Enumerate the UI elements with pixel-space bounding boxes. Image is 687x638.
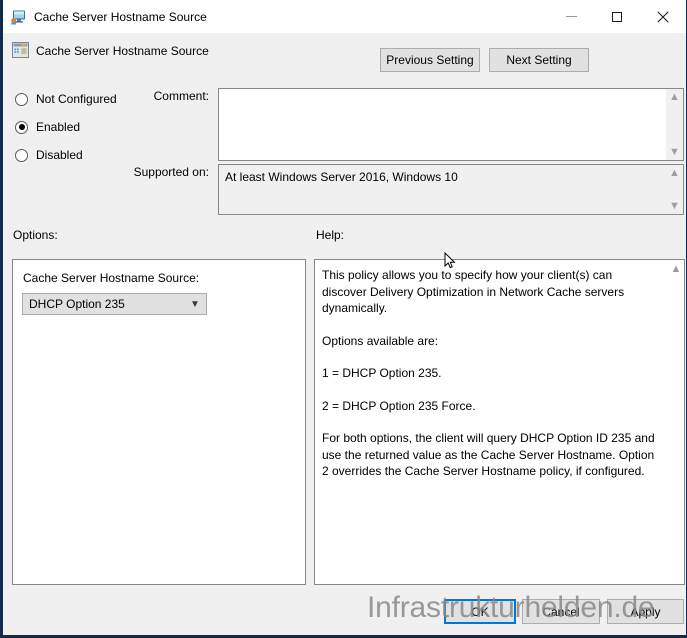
chevron-down-icon[interactable]: ▼	[669, 147, 680, 158]
chevron-up-icon[interactable]: ▲	[671, 264, 682, 275]
help-paragraph: For both options, the client will query …	[322, 431, 655, 478]
chevron-down-icon[interactable]: ▼	[669, 201, 680, 212]
supported-on-value: At least Windows Server 2016, Windows 10	[225, 170, 458, 184]
help-paragraph: 2 = DHCP Option 235 Force.	[322, 398, 476, 413]
comment-field[interactable]: ▲ ▼	[218, 88, 684, 161]
help-text: This policy allows you to specify how yo…	[315, 260, 667, 584]
window-title: Cache Server Hostname Source	[34, 9, 207, 24]
radio-enabled[interactable]: Enabled	[15, 120, 80, 134]
help-panel: This policy allows you to specify how yo…	[314, 259, 685, 585]
ok-button[interactable]: OK	[444, 599, 516, 624]
chevron-up-icon[interactable]: ▲	[669, 168, 680, 179]
supported-on-label: Supported on:	[133, 165, 209, 179]
hostname-source-label: Cache Server Hostname Source:	[23, 271, 200, 285]
radio-circle-icon	[15, 148, 28, 162]
radio-disabled[interactable]: Disabled	[15, 148, 83, 162]
policy-setting-dialog: Cache Server Hostname Source Cache Serve…	[0, 0, 687, 638]
maximize-icon	[612, 11, 622, 22]
hostname-source-value: DHCP Option 235	[29, 297, 125, 311]
window-controls	[548, 0, 686, 33]
cancel-button[interactable]: Cancel	[522, 599, 600, 624]
radio-enabled-label: Enabled	[36, 120, 81, 134]
comment-value[interactable]	[219, 89, 666, 160]
apply-button[interactable]: Apply	[607, 599, 684, 624]
radio-circle-selected-icon	[15, 120, 28, 134]
hostname-source-dropdown[interactable]: DHCP Option 235 ▼	[22, 293, 207, 315]
help-scrollbar[interactable]: ▲	[667, 260, 684, 584]
radio-disabled-label: Disabled	[36, 148, 83, 162]
supported-on-scrollbar[interactable]: ▲ ▼	[666, 165, 683, 214]
help-paragraph: Options available are:	[322, 333, 439, 348]
comment-label: Comment:	[153, 89, 209, 103]
close-button[interactable]	[640, 0, 686, 33]
comment-scrollbar[interactable]: ▲ ▼	[666, 89, 683, 160]
close-icon	[657, 10, 669, 23]
supported-on-field: At least Windows Server 2016, Windows 10…	[218, 164, 684, 215]
minimize-icon	[565, 16, 577, 17]
setting-title: Cache Server Hostname Source	[36, 44, 209, 58]
options-panel: Cache Server Hostname Source: DHCP Optio…	[12, 259, 306, 585]
help-section-label: Help:	[316, 228, 345, 242]
maximize-button[interactable]	[594, 0, 640, 33]
chevron-up-icon[interactable]: ▲	[669, 92, 680, 103]
help-paragraph: This policy allows you to specify how yo…	[322, 268, 625, 315]
minimize-button[interactable]	[548, 0, 594, 33]
options-section-label: Options:	[13, 228, 58, 242]
radio-circle-icon	[15, 92, 28, 106]
chevron-down-icon: ▼	[190, 298, 200, 310]
help-paragraph: 1 = DHCP Option 235.	[322, 366, 442, 380]
policy-setting-icon	[12, 42, 29, 58]
next-setting-button[interactable]: Next Setting	[489, 48, 589, 72]
previous-setting-button[interactable]: Previous Setting	[380, 48, 480, 72]
title-bar: Cache Server Hostname Source	[3, 0, 686, 33]
computer-monitor-icon	[10, 9, 26, 25]
